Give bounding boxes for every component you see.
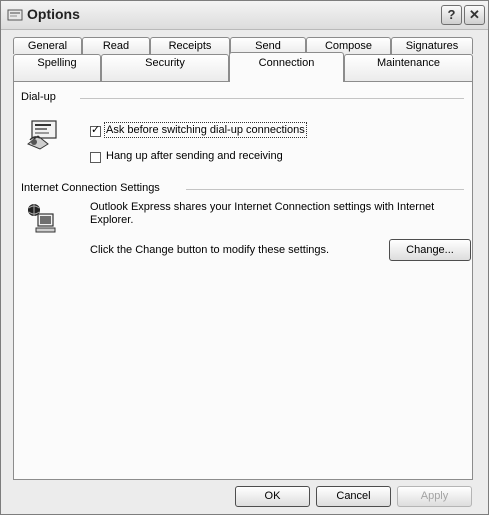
cancel-button[interactable]: Cancel <box>316 486 391 507</box>
tab-maintenance[interactable]: Maintenance <box>344 54 473 81</box>
tab-general[interactable]: General <box>13 37 82 54</box>
ok-button[interactable]: OK <box>235 486 310 507</box>
ask-before-switching-checkbox[interactable]: ✓ <box>90 124 101 137</box>
ok-label: OK <box>264 490 281 502</box>
connection-panel: Dial-up ✓ Ask before switching dial-up c… <box>13 81 473 480</box>
tab-read[interactable]: Read <box>82 37 150 54</box>
change-settings-button[interactable]: Change... <box>389 239 471 261</box>
tab-signatures[interactable]: Signatures <box>391 37 473 54</box>
internet-settings-divider <box>186 189 464 190</box>
tab-strip: General Read Receipts Send Compose Signa… <box>13 37 473 82</box>
dialup-divider <box>80 98 464 99</box>
dialup-modem-icon <box>27 120 57 150</box>
close-button[interactable]: ✕ <box>464 5 485 25</box>
options-icon <box>7 9 23 21</box>
hang-up-label[interactable]: Hang up after sending and receiving <box>106 150 283 162</box>
tab-receipts[interactable]: Receipts <box>150 37 230 54</box>
internet-settings-description: Outlook Express shares your Internet Con… <box>90 201 435 226</box>
tab-security[interactable]: Security <box>101 54 229 81</box>
change-instruction-text: Click the Change button to modify these … <box>90 244 330 256</box>
ask-before-switching-label[interactable]: Ask before switching dial-up connections <box>104 122 307 138</box>
hang-up-checkbox[interactable] <box>90 152 101 163</box>
tab-spelling[interactable]: Spelling <box>13 54 101 81</box>
internet-connection-icon <box>28 204 56 233</box>
options-dialog: Options ? ✕ General Read Receipts Send C… <box>0 0 489 515</box>
change-button-label: Change... <box>406 244 454 256</box>
cancel-label: Cancel <box>336 490 371 502</box>
dialup-heading: Dial-up <box>21 91 56 103</box>
apply-label: Apply <box>420 490 449 502</box>
title-bar[interactable]: Options ? ✕ <box>1 1 488 30</box>
window-title: Options <box>27 6 80 22</box>
help-button[interactable]: ? <box>441 5 462 25</box>
tab-connection[interactable]: Connection <box>229 52 344 82</box>
check-icon: ✓ <box>91 124 101 136</box>
apply-button[interactable]: Apply <box>397 486 472 507</box>
internet-settings-heading: Internet Connection Settings <box>21 182 160 194</box>
